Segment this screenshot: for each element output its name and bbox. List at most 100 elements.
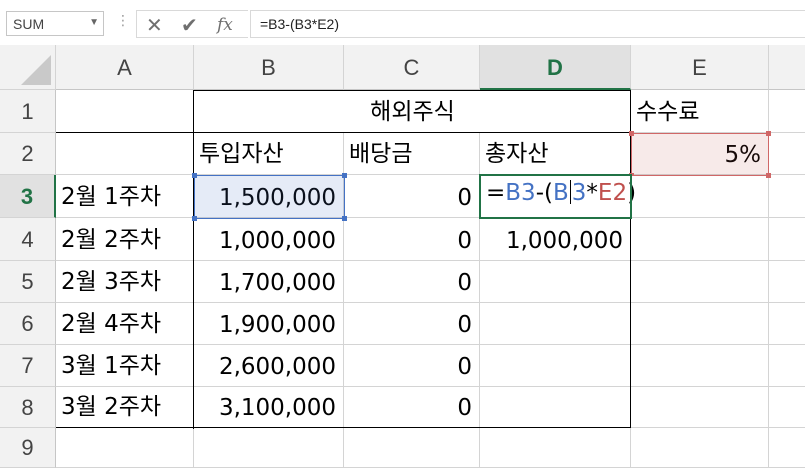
formula-ref-e2: E2 [597, 180, 628, 206]
cell-c2[interactable]: 배당금 [344, 133, 480, 175]
dividend-header: 배당금 [349, 141, 413, 167]
dividend-value: 0 [457, 395, 472, 421]
cell-d6[interactable] [480, 303, 631, 345]
cell-d9[interactable] [480, 428, 631, 468]
drag-handle-icon[interactable]: ⋮ [116, 13, 130, 27]
worksheet-grid: A B C D E 1 2 3 4 5 6 7 8 9 해외주식 수수료 투입자… [0, 45, 805, 468]
cell-c6[interactable]: 0 [344, 303, 480, 345]
cell-f9[interactable] [769, 428, 805, 468]
week-label: 3월 1주차 [61, 353, 162, 379]
row-header-5[interactable]: 5 [0, 261, 56, 303]
cell-b5[interactable]: 1,700,000 [194, 261, 344, 303]
select-all-button[interactable] [0, 45, 56, 90]
cell-c4[interactable]: 0 [344, 218, 480, 261]
cell-b8[interactable]: 3,100,000 [194, 387, 344, 428]
enter-icon[interactable]: ✔ [181, 13, 198, 38]
dividend-value: 0 [457, 312, 472, 338]
cell-editor-d3[interactable]: =B3-(B 3*E2) [481, 176, 637, 217]
week-label: 3월 2주차 [61, 394, 162, 420]
cell-f2[interactable] [769, 133, 805, 175]
row-header-1[interactable]: 1 [0, 90, 56, 133]
cell-a2[interactable] [56, 133, 194, 175]
row-header-4[interactable]: 4 [0, 218, 56, 261]
formula-ref-b3: B3 [505, 180, 536, 206]
cell-b4[interactable]: 1,000,000 [194, 218, 344, 261]
cell-b9[interactable] [194, 428, 344, 468]
cell-e7[interactable] [631, 345, 769, 387]
cell-f5[interactable] [769, 261, 805, 303]
week-label: 2월 3주차 [61, 269, 162, 295]
cell-d8[interactable] [480, 387, 631, 428]
cell-d4[interactable]: 1,000,000 [480, 218, 631, 261]
cell-f6[interactable] [769, 303, 805, 345]
cell-e5[interactable] [631, 261, 769, 303]
cell-e6[interactable] [631, 303, 769, 345]
cell-e3[interactable] [631, 175, 769, 218]
insert-function-icon[interactable]: fx [217, 15, 233, 35]
cell-a5[interactable]: 2월 3주차 [56, 261, 194, 303]
invest-value: 1,700,000 [218, 270, 336, 296]
week-label: 2월 1주차 [61, 184, 162, 210]
column-header-d[interactable]: D [480, 45, 631, 90]
column-header-a[interactable]: A [56, 45, 194, 90]
cell-b2[interactable]: 투입자산 [194, 133, 344, 175]
cell-a8[interactable]: 3월 2주차 [56, 387, 194, 428]
cancel-icon[interactable]: ✕ [146, 13, 163, 38]
invest-value: 1,900,000 [218, 312, 336, 338]
formula-bar-area: SUM ▼ ⋮ ✕ ✔ fx =B3-(B3*E2) [0, 0, 805, 45]
formula-input[interactable]: =B3-(B3*E2) [250, 10, 805, 38]
cell-d5[interactable] [480, 261, 631, 303]
reference-highlight-b3 [192, 173, 347, 221]
cell-e9[interactable] [631, 428, 769, 468]
formula-part: * [586, 180, 598, 206]
cell-d2[interactable]: 총자산 [480, 133, 631, 175]
dividend-value: 0 [457, 270, 472, 296]
column-header-c[interactable]: C [344, 45, 480, 90]
cell-f8[interactable] [769, 387, 805, 428]
chevron-down-icon[interactable]: ▼ [89, 17, 99, 28]
name-box[interactable]: SUM ▼ [6, 11, 104, 36]
column-header-e[interactable]: E [631, 45, 769, 90]
cell-f4[interactable] [769, 218, 805, 261]
cell-a3[interactable]: 2월 1주차 [56, 175, 194, 218]
cell-c9[interactable] [344, 428, 480, 468]
cell-b6[interactable]: 1,900,000 [194, 303, 344, 345]
row-header-3[interactable]: 3 [0, 175, 56, 218]
cell-c3[interactable]: 0 [344, 175, 480, 218]
row-header-9[interactable]: 9 [0, 428, 56, 468]
row-header-7[interactable]: 7 [0, 345, 56, 387]
cell-c5[interactable]: 0 [344, 261, 480, 303]
cell-b1-merged[interactable]: 해외주식 [194, 90, 631, 133]
row-header-8[interactable]: 8 [0, 387, 56, 428]
column-header-f[interactable] [769, 45, 805, 90]
cell-a7[interactable]: 3월 1주차 [56, 345, 194, 387]
cell-a4[interactable]: 2월 2주차 [56, 218, 194, 261]
cell-a6[interactable]: 2월 4주차 [56, 303, 194, 345]
cell-d7[interactable] [480, 345, 631, 387]
invest-header: 투입자산 [199, 141, 284, 167]
formula-ref-b3: 3 [571, 180, 587, 206]
total-value: 1,000,000 [505, 228, 623, 254]
row-header-6[interactable]: 6 [0, 303, 56, 345]
merged-title-text: 해외주식 [370, 99, 455, 125]
cell-f7[interactable] [769, 345, 805, 387]
cell-f1[interactable] [769, 90, 805, 133]
dividend-value: 0 [457, 185, 472, 211]
cell-e8[interactable] [631, 387, 769, 428]
formula-ref-b3: B [552, 180, 569, 206]
column-header-b[interactable]: B [194, 45, 344, 90]
cell-e4[interactable] [631, 218, 769, 261]
row-header-2[interactable]: 2 [0, 133, 56, 175]
cell-c8[interactable]: 0 [344, 387, 480, 428]
table-border [193, 90, 631, 91]
week-label: 2월 2주차 [61, 227, 162, 253]
fee-header: 수수료 [636, 99, 700, 125]
cell-e1[interactable]: 수수료 [631, 90, 769, 133]
cell-c7[interactable]: 0 [344, 345, 480, 387]
cell-b7[interactable]: 2,600,000 [194, 345, 344, 387]
cell-a1[interactable] [56, 90, 194, 133]
cell-a9[interactable] [56, 428, 194, 468]
formula-buttons: ✕ ✔ fx [136, 10, 248, 38]
cell-f3[interactable] [769, 175, 805, 218]
reference-highlight-e2 [629, 131, 771, 178]
